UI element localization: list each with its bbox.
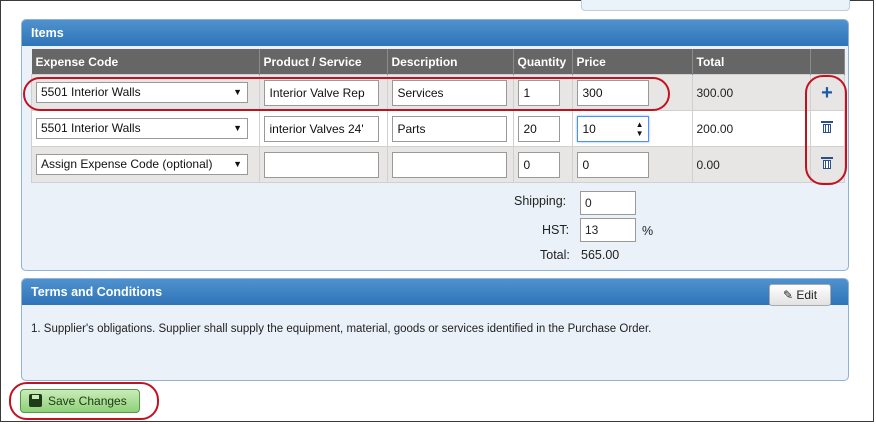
line-total: 0.00	[691, 146, 811, 183]
description-input[interactable]	[391, 151, 507, 178]
col-actions	[810, 49, 845, 75]
edit-button[interactable]: ✎ Edit	[769, 284, 831, 306]
items-panel: Items Expense Code Product / Service Des…	[21, 19, 849, 271]
trash-icon[interactable]	[821, 157, 833, 169]
price-input[interactable]: 300	[576, 79, 649, 106]
chevron-down-icon: ▼	[233, 159, 242, 169]
save-changes-button[interactable]: Save Changes	[20, 389, 140, 413]
expense-code-select[interactable]: 5501 Interior Walls ▼	[36, 82, 248, 103]
terms-text: 1. Supplier's obligations. Supplier shal…	[31, 323, 652, 335]
spinner-arrows-icon[interactable]: ▲ ▼	[636, 120, 644, 138]
previous-panel-edge	[581, 0, 850, 11]
quantity-input[interactable]: 0	[517, 151, 560, 178]
quantity-input[interactable]: 20	[517, 115, 560, 142]
price-input-focused[interactable]: 10 ▲ ▼	[576, 115, 649, 142]
quantity-input[interactable]: 1	[517, 79, 560, 106]
trash-icon[interactable]	[821, 121, 833, 133]
col-total: Total	[692, 49, 811, 75]
price-input[interactable]: 0	[576, 151, 649, 178]
expense-code-select[interactable]: Assign Expense Code (optional) ▼	[36, 154, 248, 175]
chevron-down-icon: ▼	[233, 87, 242, 97]
description-input[interactable]: Parts	[391, 115, 507, 142]
chevron-down-icon: ▼	[233, 123, 242, 133]
table-row: 5501 Interior Walls ▼ Interior Valve Rep …	[31, 74, 845, 111]
floppy-disk-icon	[29, 394, 42, 407]
table-row: 5501 Interior Walls ▼ interior Valves 24'…	[31, 110, 845, 147]
hst-input[interactable]: 13	[580, 218, 636, 242]
hst-label: HST:	[542, 223, 570, 237]
col-description: Description	[387, 49, 514, 75]
table-row: Assign Expense Code (optional) ▼ 0 0 0.00	[31, 146, 845, 183]
product-input[interactable]: interior Valves 24'	[263, 115, 379, 142]
col-price: Price	[572, 49, 693, 75]
expense-code-select[interactable]: 5501 Interior Walls ▼	[36, 118, 248, 139]
description-input[interactable]: Services	[391, 79, 507, 106]
total-label: Total:	[540, 248, 570, 262]
terms-panel: Terms and Conditions ✎ Edit 1. Supplier'…	[21, 278, 849, 381]
terms-panel-title: Terms and Conditions ✎ Edit	[22, 279, 848, 306]
grand-total: 565.00	[581, 248, 620, 262]
col-expense-code: Expense Code	[31, 49, 260, 75]
table-header-row: Expense Code Product / Service Descripti…	[31, 49, 845, 75]
items-table: Expense Code Product / Service Descripti…	[31, 49, 845, 183]
plus-icon[interactable]: +	[821, 82, 833, 104]
line-total: 300.00	[691, 74, 811, 111]
col-quantity: Quantity	[513, 49, 573, 75]
col-product: Product / Service	[259, 49, 388, 75]
shipping-label: Shipping:	[514, 194, 567, 208]
product-input[interactable]: Interior Valve Rep	[263, 79, 379, 106]
percent-unit: %	[642, 224, 654, 238]
line-total: 200.00	[691, 110, 811, 147]
pencil-icon: ✎	[782, 288, 797, 302]
product-input[interactable]	[263, 151, 379, 178]
shipping-input[interactable]: 0	[580, 191, 636, 215]
items-panel-title: Items	[22, 20, 848, 46]
